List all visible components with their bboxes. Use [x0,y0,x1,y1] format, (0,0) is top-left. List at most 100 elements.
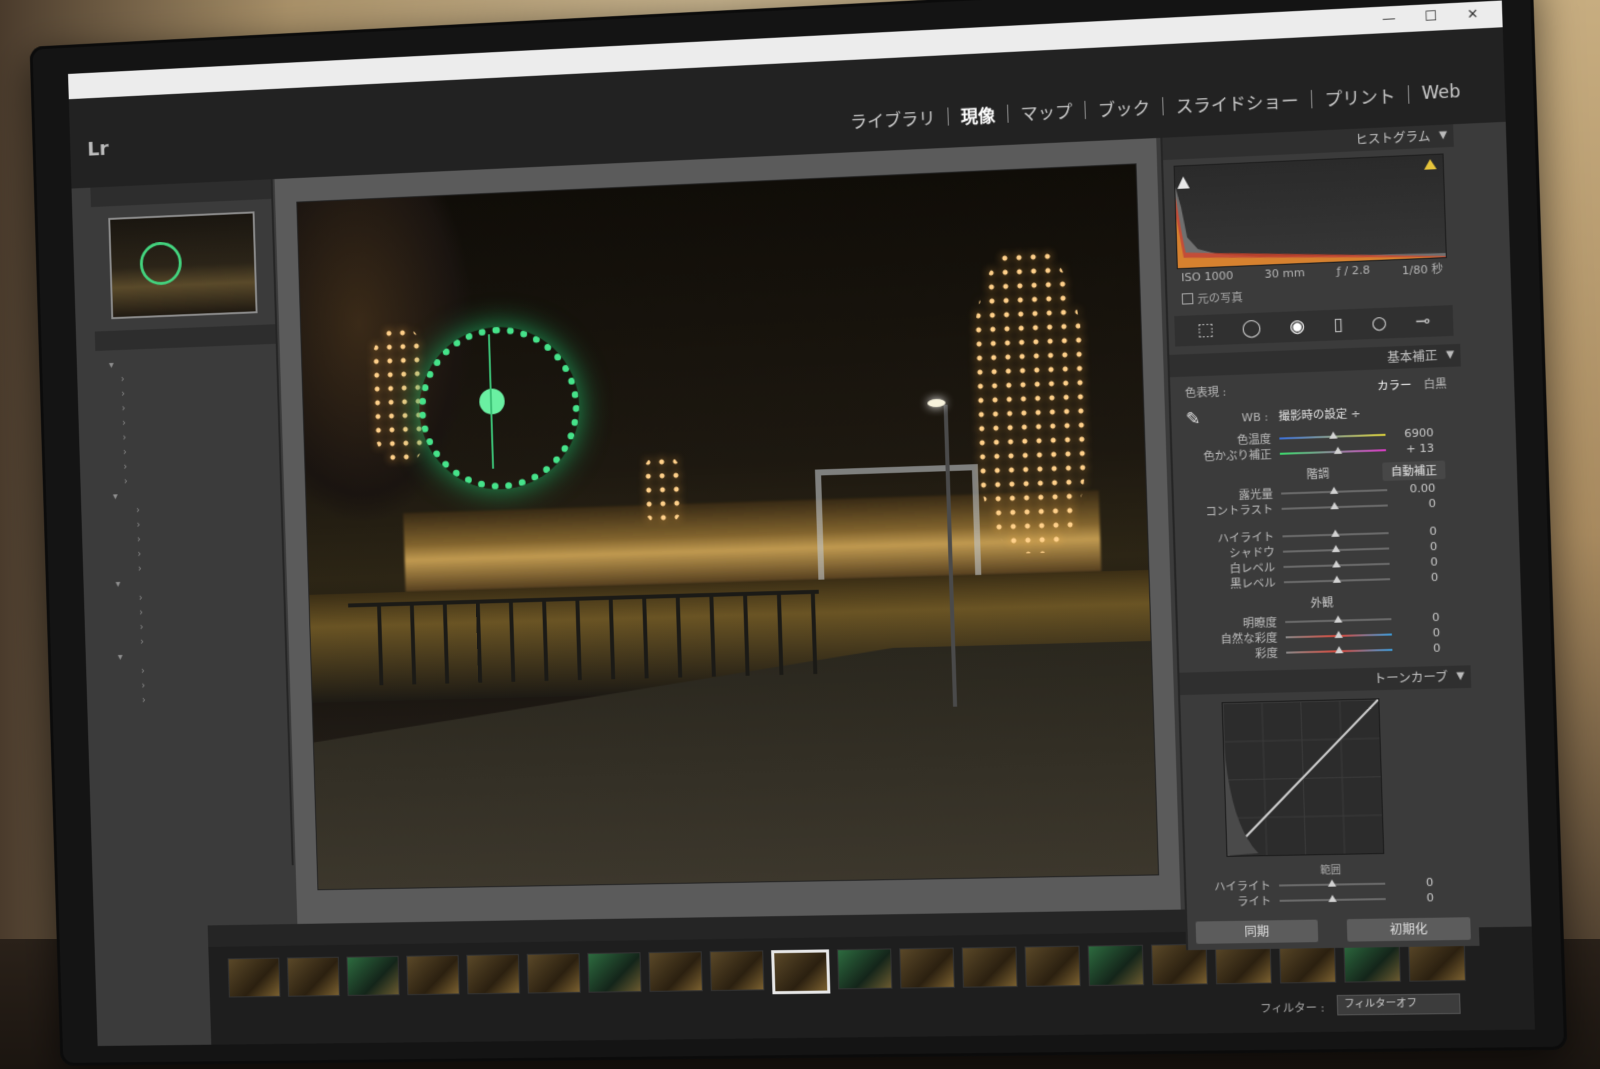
tint-value[interactable]: + 13 [1386,441,1435,456]
curve-lights-value[interactable]: 0 [1385,891,1434,905]
monitor-screen: — ☐ ✕ Lr ライブラリ 現像 マップ ブック スライドショー プリント W… [68,1,1535,1046]
vibrance-value[interactable]: 0 [1392,626,1441,641]
module-web[interactable]: Web [1409,81,1474,105]
curve-highlights-value[interactable]: 0 [1385,876,1434,890]
filmstrip-thumbnail[interactable] [466,954,520,994]
sync-button[interactable]: 同期 [1196,920,1319,944]
module-map[interactable]: マップ [1008,97,1085,126]
filmstrip-thumbnail[interactable] [587,952,641,992]
filmstrip-thumbnail[interactable] [346,956,399,996]
filmstrip-thumbnail[interactable] [1024,946,1080,987]
filmstrip-thumbnail[interactable] [1088,945,1145,986]
module-picker: ライブラリ 現像 マップ ブック スライドショー プリント Web [838,78,1474,134]
clarity-value[interactable]: 0 [1391,611,1440,626]
filmstrip-thumbnail[interactable] [406,955,460,995]
shadows-slider[interactable] [1283,547,1389,552]
filmstrip-thumbnail[interactable] [837,948,892,989]
slider-knob[interactable] [1329,431,1338,438]
saturation-slider[interactable] [1286,648,1392,653]
clarity-slider[interactable] [1285,618,1391,623]
slider-knob[interactable] [1335,646,1344,653]
maximize-button[interactable]: ☐ [1412,5,1450,29]
filmstrip-thumbnail[interactable] [287,957,340,997]
collapse-triangle-icon[interactable]: ▼ [1439,125,1448,148]
exposure-slider[interactable] [1281,489,1387,494]
slider-knob[interactable] [1332,560,1341,567]
tone-curve-graph[interactable] [1222,698,1385,857]
module-library[interactable]: ライブラリ [838,103,948,133]
shadows-value[interactable]: 0 [1389,540,1438,555]
tone-curve-title: トーンカーブ [1374,670,1448,686]
filter-label: フィルター : [1260,999,1325,1016]
whites-slider[interactable] [1283,562,1389,567]
filmstrip-thumbnail[interactable] [648,951,703,992]
panel-bottom-buttons: 同期 初期化 [1196,917,1471,944]
graduated-filter-icon[interactable]: ▯ [1333,315,1343,336]
highlights-value[interactable]: 0 [1388,524,1437,539]
module-slideshow[interactable]: スライドショー [1163,86,1311,118]
reset-button[interactable]: 初期化 [1347,917,1471,941]
filter-dropdown[interactable]: フィルターオフ [1337,993,1461,1015]
main-photo[interactable] [296,163,1159,890]
treatment-color-option[interactable]: カラー [1377,379,1412,394]
filmstrip-thumbnail[interactable] [771,949,830,994]
slider-knob[interactable] [1330,501,1339,508]
red-eye-icon[interactable]: ◉ [1289,316,1305,337]
contrast-slider[interactable] [1282,504,1388,509]
exif-focal-length: 30 mm [1264,266,1305,284]
slider-knob[interactable] [1334,446,1343,453]
curve-lights-slider[interactable] [1280,898,1386,902]
vibrance-slider[interactable] [1286,633,1392,638]
slider-knob[interactable] [1334,630,1343,637]
blacks-slider[interactable] [1284,578,1390,583]
treatment-bw-option[interactable]: 白黒 [1423,377,1446,391]
temp-slider[interactable] [1279,433,1385,439]
filmstrip-thumbnail[interactable] [962,947,1018,988]
module-develop[interactable]: 現像 [948,101,1007,129]
filmstrip-thumbnail[interactable] [527,953,581,993]
tint-slider[interactable] [1280,449,1386,455]
collapse-triangle-icon[interactable]: ▼ [1456,665,1465,688]
filmstrip-thumbnail[interactable] [899,948,955,989]
highlights-slider[interactable] [1282,532,1388,537]
presence-label: 外観 [1310,594,1333,611]
temp-value[interactable]: 6900 [1385,426,1434,441]
eyedropper-icon[interactable]: ✎ [1185,409,1200,430]
photo-viewer[interactable] [275,138,1181,924]
collapse-triangle-icon[interactable]: ▼ [1446,344,1455,367]
navigator-preview[interactable] [108,211,257,319]
curve-highlights-slider[interactable] [1279,882,1385,886]
whites-value[interactable]: 0 [1389,555,1438,570]
saturation-value[interactable]: 0 [1392,641,1441,656]
filmstrip-thumbnail[interactable] [228,958,281,998]
tint-label: 色かぶり補正 [1187,445,1280,464]
histogram-graph[interactable] [1174,153,1447,269]
slider-knob[interactable] [1328,879,1337,886]
slider-knob[interactable] [1330,486,1339,493]
blacks-label: 黒レベル [1191,574,1284,593]
exposure-value[interactable]: 0.00 [1387,481,1436,496]
slider-knob[interactable] [1333,575,1342,582]
close-button[interactable]: ✕ [1453,3,1492,28]
module-print[interactable]: プリント [1312,81,1409,111]
slider-knob[interactable] [1328,894,1337,901]
blacks-value[interactable]: 0 [1390,571,1439,586]
basic-panel-title: 基本補正 [1387,349,1438,365]
adjustment-brush-icon[interactable]: ⊸ [1415,311,1431,332]
tone-curve-header[interactable]: トーンカーブ ▼ [1179,665,1471,695]
checkbox-icon[interactable] [1182,293,1194,305]
wb-dropdown[interactable]: 撮影時の設定 ÷ [1278,405,1360,424]
preset-item[interactable]: › [119,690,287,709]
filmstrip-thumbnail[interactable] [710,950,765,991]
spot-removal-icon[interactable]: ◯ [1241,318,1261,339]
auto-tone-button[interactable]: 自動補正 [1382,461,1445,482]
slider-knob[interactable] [1332,544,1341,551]
slider-knob[interactable] [1331,529,1340,536]
minimize-button[interactable]: — [1370,7,1408,31]
contrast-value[interactable]: 0 [1388,497,1437,512]
module-book[interactable]: ブック [1085,93,1163,122]
slider-knob[interactable] [1334,615,1343,622]
right-panel: ヒストグラム ▼ ISO 1000 30 mm ƒ / 2.8 1/80 秒 元… [1160,124,1479,950]
radial-filter-icon[interactable]: ○ [1371,313,1387,334]
crop-icon[interactable]: ⬚ [1197,320,1214,341]
